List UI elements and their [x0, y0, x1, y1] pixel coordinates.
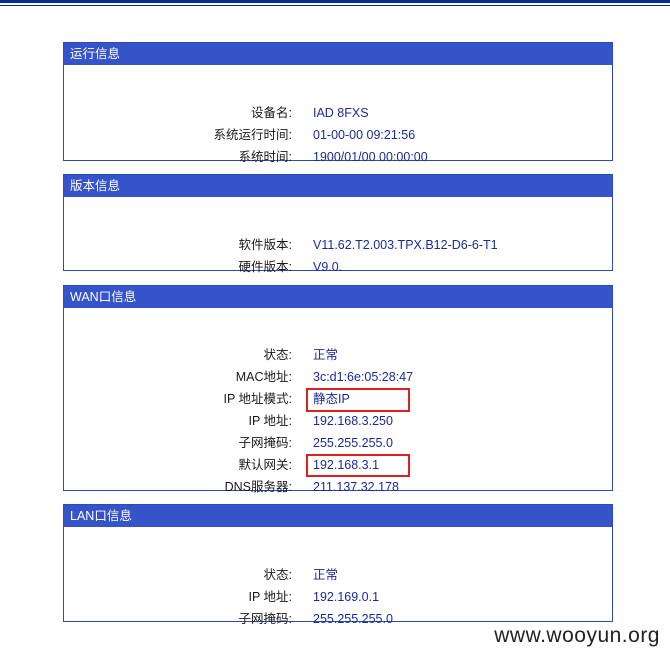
row-label: 系统运行时间:: [213, 128, 292, 142]
panel-wan-info: WAN口信息 状态: 正常 MAC地址: 3c:d1:6e:05:28:47 I…: [63, 285, 613, 494]
row-value: 192.168.3.250: [313, 414, 393, 428]
row-value: V9.0.: [313, 260, 343, 274]
row-label: 默认网关:: [238, 458, 292, 472]
row-value: 255.255.255.0: [313, 436, 393, 450]
info-row: IP 地址: 192.169.0.1: [64, 586, 612, 608]
row-label: MAC地址:: [235, 370, 292, 384]
top-border-line: [0, 5, 670, 6]
row-value: IAD 8FXS: [313, 106, 369, 120]
highlight-box-dns: [306, 454, 410, 477]
row-value: 正常: [313, 568, 339, 582]
info-row: 硬件版本: V9.0.: [64, 256, 612, 278]
row-label: 设备名:: [251, 106, 292, 120]
watermark: www.wooyun.org: [494, 624, 660, 647]
info-row: IP 地址: 192.168.3.250: [64, 410, 612, 432]
info-row: 设备名: IAD 8FXS: [64, 102, 612, 124]
panel-lan-info: LAN口信息 状态: 正常 IP 地址: 192.169.0.1 子网掩码: 2…: [63, 504, 613, 626]
panel-title: LAN口信息: [64, 505, 612, 527]
info-row: 状态: 正常: [64, 564, 612, 586]
row-value: 01-00-00 09:21:56: [313, 128, 416, 142]
info-row: 状态: 正常: [64, 344, 612, 366]
row-label: 硬件版本:: [238, 260, 292, 274]
row-label: 系统时间:: [238, 150, 292, 164]
row-label: 子网掩码:: [238, 612, 292, 626]
row-label: IP 地址:: [248, 414, 292, 428]
row-label: 状态:: [263, 348, 292, 362]
panel-title: 版本信息: [64, 175, 612, 197]
row-value: 1900/01/00 00:00:00: [313, 150, 428, 164]
row-value: 211.137.32.178: [313, 480, 399, 494]
row-label: 软件版本:: [238, 238, 292, 252]
panel-title: WAN口信息: [64, 286, 612, 308]
top-border: [0, 0, 670, 9]
info-row: 软件版本: V11.62.T2.003.TPX.B12-D6-6-T1: [64, 234, 612, 256]
info-row: 系统运行时间: 01-00-00 09:21:56: [64, 124, 612, 146]
row-label: 状态:: [263, 568, 292, 582]
info-row: 系统时间: 1900/01/00 00:00:00: [64, 146, 612, 168]
top-border-line: [0, 0, 670, 3]
panel-runtime-info: 运行信息 设备名: IAD 8FXS 系统运行时间: 01-00-00 09:2…: [63, 42, 613, 164]
row-value: 3c:d1:6e:05:28:47: [313, 370, 414, 384]
info-row: DNS服务器: 211.137.32.178: [64, 476, 612, 498]
row-value: 正常: [313, 348, 339, 362]
info-row: MAC地址: 3c:d1:6e:05:28:47: [64, 366, 612, 388]
row-label: IP 地址:: [248, 590, 292, 604]
row-label: DNS服务器:: [224, 480, 292, 494]
info-row: 子网掩码: 255.255.255.0: [64, 432, 612, 454]
panel-version-info: 版本信息 软件版本: V11.62.T2.003.TPX.B12-D6-6-T1…: [63, 174, 613, 274]
row-label: 子网掩码:: [238, 436, 292, 450]
row-value: V11.62.T2.003.TPX.B12-D6-6-T1: [313, 238, 498, 252]
highlight-box-ip: [306, 388, 410, 412]
row-value: 192.169.0.1: [313, 590, 380, 604]
row-label: IP 地址模式:: [223, 392, 292, 406]
panel-title: 运行信息: [64, 43, 612, 65]
row-value: 255.255.255.0: [313, 612, 393, 626]
